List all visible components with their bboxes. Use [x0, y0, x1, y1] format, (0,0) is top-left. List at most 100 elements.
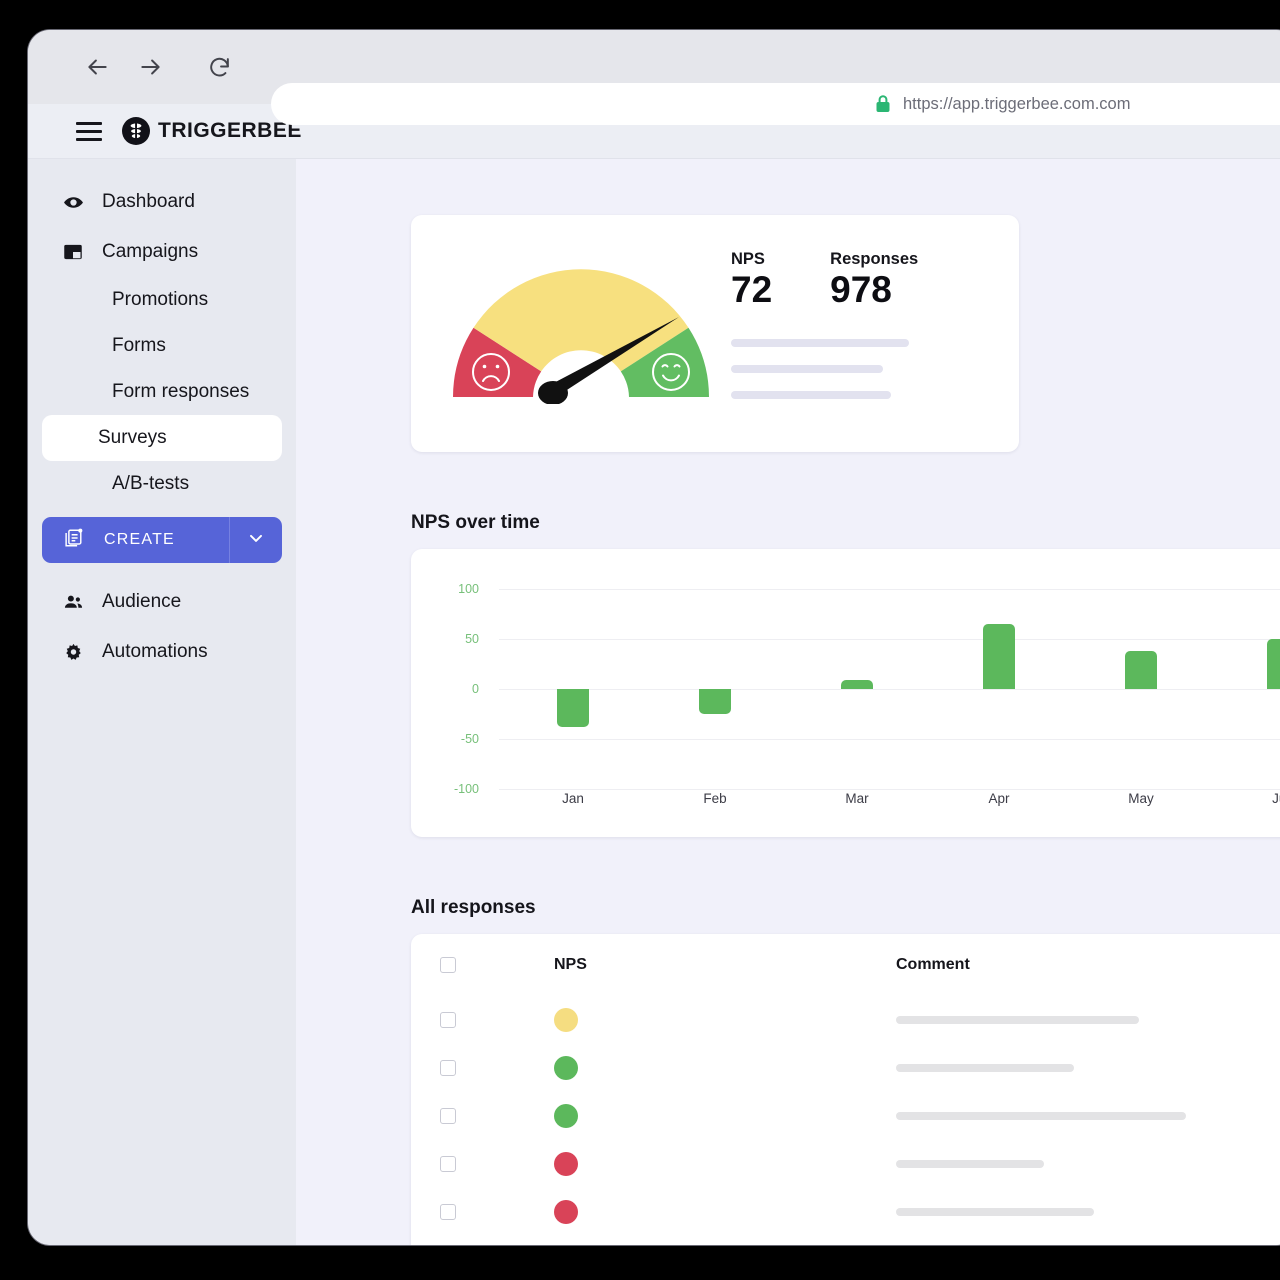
brand-name: TRIGGERBEE	[158, 119, 302, 143]
reload-button[interactable]	[196, 44, 242, 90]
placeholder-line	[731, 391, 891, 399]
sidebar-subitem-ab-tests[interactable]: A/B-tests	[42, 461, 282, 507]
sidebar-subitem-label: Form responses	[112, 381, 249, 403]
cell-nps	[456, 1008, 896, 1032]
table-row[interactable]	[411, 1044, 1280, 1092]
chevron-down-icon	[246, 528, 266, 553]
sidebar-subitem-forms[interactable]: Forms	[42, 323, 282, 369]
row-checkbox[interactable]	[440, 1060, 456, 1076]
arrow-right-icon	[138, 54, 164, 80]
sidebar-item-label: Automations	[102, 641, 208, 663]
chart-x-tick-label: Feb	[703, 791, 726, 806]
placeholder-line	[731, 365, 883, 373]
create-button[interactable]: CREATE	[42, 517, 230, 563]
nps-gauge	[411, 259, 721, 409]
stat-nps: NPS 72	[731, 250, 772, 310]
address-bar[interactable]: https://app.triggerbee.com.com	[271, 83, 1280, 125]
sidebar-item-campaigns[interactable]: Campaigns	[28, 227, 296, 277]
table-row[interactable]	[411, 996, 1280, 1044]
sidebar-item-dashboard[interactable]: Dashboard	[28, 177, 296, 227]
browser-toolbar: https://app.triggerbee.com.com	[28, 30, 1280, 104]
table-row[interactable]	[411, 1140, 1280, 1188]
sidebar-subitem-label: Promotions	[112, 289, 208, 311]
forward-button[interactable]	[128, 44, 174, 90]
triggerbee-mark-icon	[122, 117, 150, 145]
chart-y-tick-label: 50	[437, 632, 479, 646]
main-content: NPS 72 Responses 978	[296, 159, 1280, 1245]
nps-score-dot	[554, 1104, 578, 1128]
browser-nav-buttons	[28, 44, 242, 90]
chart-bar	[557, 689, 589, 727]
chart-bar	[699, 689, 731, 714]
document-copy-icon	[62, 527, 84, 554]
sidebar-subitem-form-responses[interactable]: Form responses	[42, 369, 282, 415]
chart-x-tick-label: May	[1128, 791, 1154, 806]
create-button-label: CREATE	[104, 531, 175, 549]
cell-comment	[896, 1112, 1280, 1120]
create-dropdown-button[interactable]	[230, 517, 282, 563]
chart-section-title: NPS over time	[411, 512, 1280, 534]
nps-score-dot	[554, 1008, 578, 1032]
sidebar-item-label: Campaigns	[102, 241, 198, 263]
sidebar-item-label: Dashboard	[102, 191, 195, 213]
cell-nps	[456, 1056, 896, 1080]
hamburger-icon[interactable]	[76, 122, 102, 141]
chart-gridline	[499, 589, 1280, 590]
chart-bar	[841, 680, 873, 689]
stat-nps-label: NPS	[731, 250, 772, 269]
select-all-checkbox[interactable]	[440, 957, 456, 973]
chart-x-tick-label: Jun	[1272, 791, 1280, 806]
sidebar-item-audience[interactable]: Audience	[28, 577, 296, 627]
chart-y-tick-label: -100	[437, 782, 479, 796]
chart-gridline	[499, 789, 1280, 790]
brand-logo[interactable]: TRIGGERBEE	[122, 117, 302, 145]
hamburger-bar	[76, 122, 102, 125]
chart-y-tick-label: 0	[437, 682, 479, 696]
hamburger-bar	[76, 138, 102, 141]
chart-gridline	[499, 639, 1280, 640]
sidebar-item-automations[interactable]: Automations	[28, 627, 296, 677]
people-icon	[62, 592, 84, 613]
stat-nps-value: 72	[731, 271, 772, 310]
cell-nps	[456, 1104, 896, 1128]
nps-over-time-chart: 100500-50-100JanFebMarAprMayJun	[411, 549, 1280, 837]
nps-score-dot	[554, 1152, 578, 1176]
chart-plot-area: 100500-50-100JanFebMarAprMayJun	[411, 549, 1280, 837]
column-header-comment: Comment	[896, 956, 1280, 974]
placeholder-line	[731, 339, 909, 347]
row-checkbox[interactable]	[440, 1012, 456, 1028]
nps-placeholder-lines	[731, 339, 1019, 399]
cell-nps	[456, 1200, 896, 1224]
cell-nps	[456, 1152, 896, 1176]
stat-responses-label: Responses	[830, 250, 918, 269]
nps-score-dot	[554, 1056, 578, 1080]
url-text: https://app.triggerbee.com.com	[903, 95, 1130, 114]
all-responses-table: NPS Comment	[411, 934, 1280, 1245]
sidebar-subitem-surveys[interactable]: Surveys	[42, 415, 282, 461]
comment-placeholder-bar	[896, 1208, 1094, 1216]
nps-score-dot	[554, 1200, 578, 1224]
gear-icon	[62, 642, 84, 663]
cell-comment	[896, 1016, 1280, 1024]
reload-icon	[207, 55, 232, 80]
row-checkbox[interactable]	[440, 1204, 456, 1220]
cell-comment	[896, 1064, 1280, 1072]
browser-window: https://app.triggerbee.com.com TRIGGERBE…	[28, 30, 1280, 1245]
chart-y-tick-label: -50	[437, 732, 479, 746]
chart-bar	[983, 624, 1015, 689]
app-body: Dashboard Campaigns Promotions Forms For…	[28, 159, 1280, 1245]
table-row[interactable]	[411, 1092, 1280, 1140]
window-icon	[62, 242, 84, 262]
sidebar-subitem-label: A/B-tests	[112, 473, 189, 495]
nps-stats: NPS 72 Responses 978	[721, 250, 1019, 418]
row-checkbox[interactable]	[440, 1156, 456, 1172]
back-button[interactable]	[74, 44, 120, 90]
nps-summary-card: NPS 72 Responses 978	[411, 215, 1019, 452]
row-checkbox[interactable]	[440, 1108, 456, 1124]
hamburger-bar	[76, 130, 102, 133]
comment-placeholder-bar	[896, 1112, 1186, 1120]
table-row[interactable]	[411, 1188, 1280, 1236]
sidebar-subitem-promotions[interactable]: Promotions	[42, 277, 282, 323]
create-button-group[interactable]: CREATE	[42, 517, 282, 563]
comment-placeholder-bar	[896, 1160, 1044, 1168]
